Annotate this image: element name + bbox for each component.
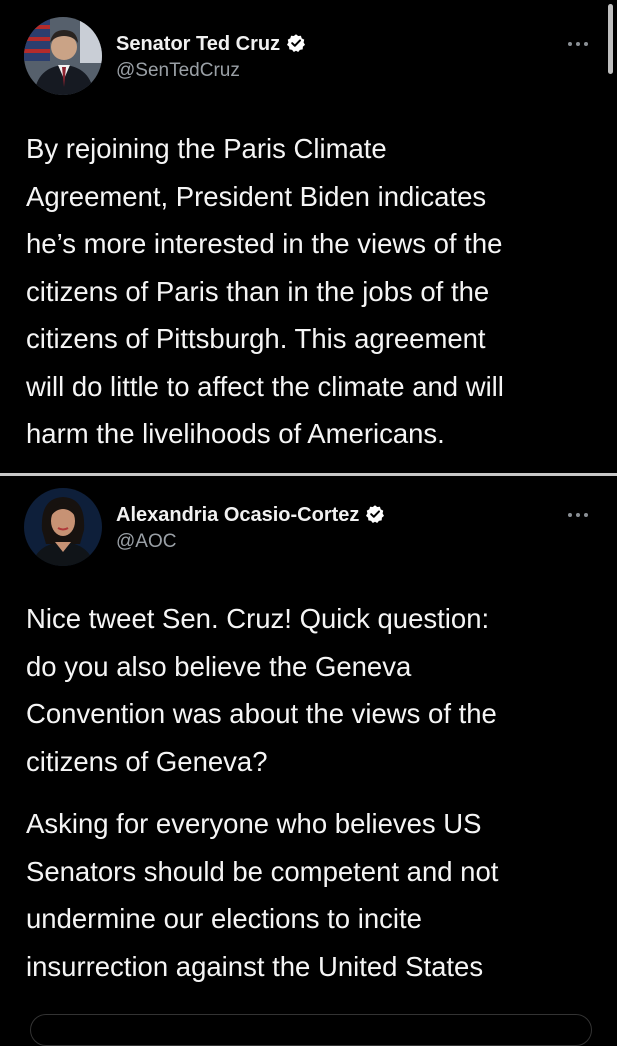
tweet-text: By rejoining the Paris Climate Agreement… — [26, 133, 504, 449]
aoc-avatar-image — [24, 488, 102, 566]
more-options-icon[interactable] — [565, 512, 591, 520]
more-options-icon[interactable] — [565, 41, 591, 49]
author-name[interactable]: Alexandria Ocasio-Cortez — [116, 504, 359, 526]
tweet-divider — [0, 473, 617, 476]
avatar[interactable] — [24, 17, 102, 95]
tweet-text-paragraph: Asking for everyone who believes US Sena… — [26, 808, 499, 982]
tweet-text-paragraph: Nice tweet Sen. Cruz! Quick question: do… — [26, 603, 497, 777]
author-handle[interactable]: @SenTedCruz — [116, 60, 240, 82]
avatar[interactable] — [24, 488, 102, 566]
author-name-row[interactable]: Alexandria Ocasio-Cortez — [116, 504, 385, 527]
verified-badge-icon — [366, 505, 385, 523]
scrollbar[interactable] — [608, 4, 613, 74]
tweet-aoc[interactable]: Alexandria Ocasio-Cortez @AOC Nice tweet… — [0, 477, 617, 1024]
cruz-avatar-image — [24, 17, 102, 95]
tweet-thread-screen: Senator Ted Cruz @SenTedCruz By rejoinin… — [0, 0, 617, 1046]
author-name-row[interactable]: Senator Ted Cruz — [116, 33, 306, 56]
verified-badge-icon — [287, 34, 306, 52]
author-handle[interactable]: @AOC — [116, 531, 176, 553]
partial-card[interactable] — [30, 1014, 592, 1046]
tweet-cruz[interactable]: Senator Ted Cruz @SenTedCruz By rejoinin… — [0, 0, 617, 474]
author-name[interactable]: Senator Ted Cruz — [116, 33, 280, 55]
